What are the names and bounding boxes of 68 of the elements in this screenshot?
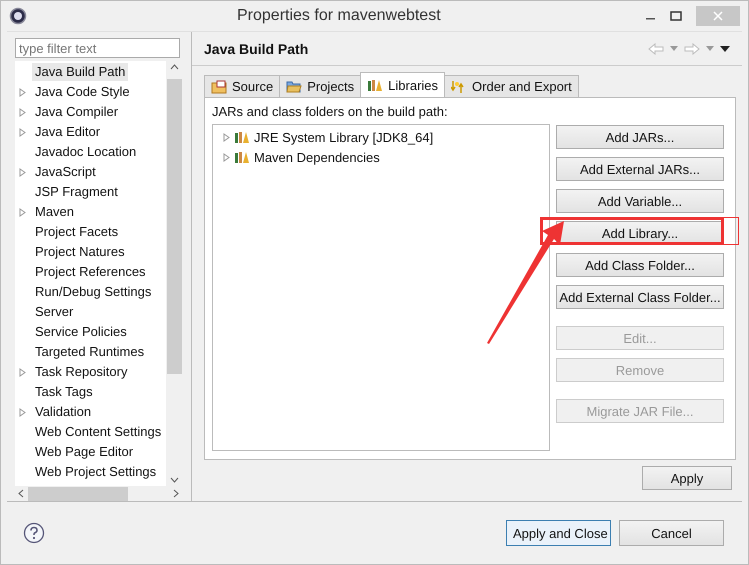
app-icon (9, 7, 27, 25)
close-icon (713, 11, 723, 21)
library-entry[interactable]: Maven Dependencies (254, 150, 380, 164)
expand-icon[interactable] (19, 368, 26, 376)
help-icon[interactable] (23, 522, 45, 544)
package-icon (211, 80, 227, 94)
action-button[interactable]: Add External JARs... (556, 157, 724, 181)
tree-item[interactable]: Project Natures (32, 243, 128, 261)
tree-item[interactable]: Java Build Path (32, 63, 128, 81)
tree-item[interactable]: Java Editor (32, 123, 104, 141)
back-arrow-icon[interactable] (648, 42, 664, 54)
apply-button[interactable]: Apply (642, 466, 732, 490)
dialog-button[interactable]: Apply and Close (506, 520, 611, 546)
expand-icon[interactable] (19, 168, 26, 176)
tree-item[interactable]: Web Content Settings (32, 423, 164, 441)
maximize-icon[interactable] (670, 11, 682, 21)
tab[interactable]: Projects (279, 75, 362, 97)
menu-icon[interactable] (720, 46, 730, 52)
scroll-right-icon[interactable] (173, 489, 179, 498)
tree-item[interactable]: Project References (32, 263, 149, 281)
books-icon (367, 78, 384, 92)
tree-item[interactable]: Run/Debug Settings (32, 283, 154, 301)
scroll-left-icon[interactable] (18, 489, 24, 498)
tree-item[interactable]: Targeted Runtimes (32, 343, 148, 361)
action-button[interactable]: Add JARs... (556, 125, 724, 149)
folder-icon (286, 80, 302, 94)
filter-field[interactable]: type filter text (15, 38, 180, 58)
expand-icon[interactable] (19, 128, 26, 136)
tree-item[interactable]: Web Project Settings (32, 463, 160, 481)
action-button[interactable]: Add Variable... (556, 189, 724, 213)
window-title: Properties for mavenwebtest (237, 7, 441, 25)
close-button[interactable] (696, 6, 740, 26)
tree-item[interactable]: Task Repository (32, 363, 130, 381)
tree-item[interactable]: Javadoc Location (32, 143, 140, 161)
expand-icon[interactable] (19, 408, 26, 416)
tree-item[interactable]: Web Page Editor (32, 443, 136, 461)
tree-item[interactable]: Task Tags (32, 383, 96, 401)
tree-item[interactable]: Java Compiler (32, 103, 122, 121)
vertical-scrollbar[interactable] (166, 61, 182, 486)
expand-icon[interactable] (223, 132, 230, 142)
scroll-down-icon[interactable] (170, 477, 178, 483)
expand-icon[interactable] (19, 108, 26, 116)
page-title: Java Build Path (204, 40, 308, 56)
caption: JARs and class folders on the build path: (212, 104, 449, 119)
tree-item[interactable]: Maven (32, 203, 78, 221)
tree-item[interactable]: Project Facets (32, 223, 122, 241)
tree-item[interactable]: Service Policies (32, 323, 130, 341)
tree-item[interactable]: JavaScript (32, 163, 99, 181)
expand-icon[interactable] (19, 208, 26, 216)
books-icon (234, 130, 250, 144)
dialog-button[interactable]: Cancel (619, 520, 724, 546)
dropdown-icon[interactable] (706, 46, 714, 51)
action-button[interactable]: Add External Class Folder... (556, 285, 724, 309)
tree-item[interactable]: JSP Fragment (32, 183, 121, 201)
scroll-up-icon[interactable] (170, 64, 178, 70)
forward-arrow-icon[interactable] (684, 42, 700, 54)
books-icon (234, 150, 250, 164)
tree-item[interactable]: Java Code Style (32, 83, 133, 101)
expand-icon[interactable] (19, 88, 26, 96)
action-button[interactable]: Add Class Folder... (556, 253, 724, 277)
tab[interactable]: Order and Export (444, 75, 579, 97)
library-entry[interactable]: JRE System Library [JDK8_64] (254, 130, 434, 144)
tab[interactable]: Source (204, 75, 280, 97)
tree-item[interactable]: Server (32, 303, 76, 321)
expand-icon[interactable] (223, 152, 230, 162)
dropdown-icon[interactable] (670, 46, 678, 51)
tab[interactable]: Libraries (360, 72, 446, 97)
tree-item[interactable]: Validation (32, 403, 94, 421)
